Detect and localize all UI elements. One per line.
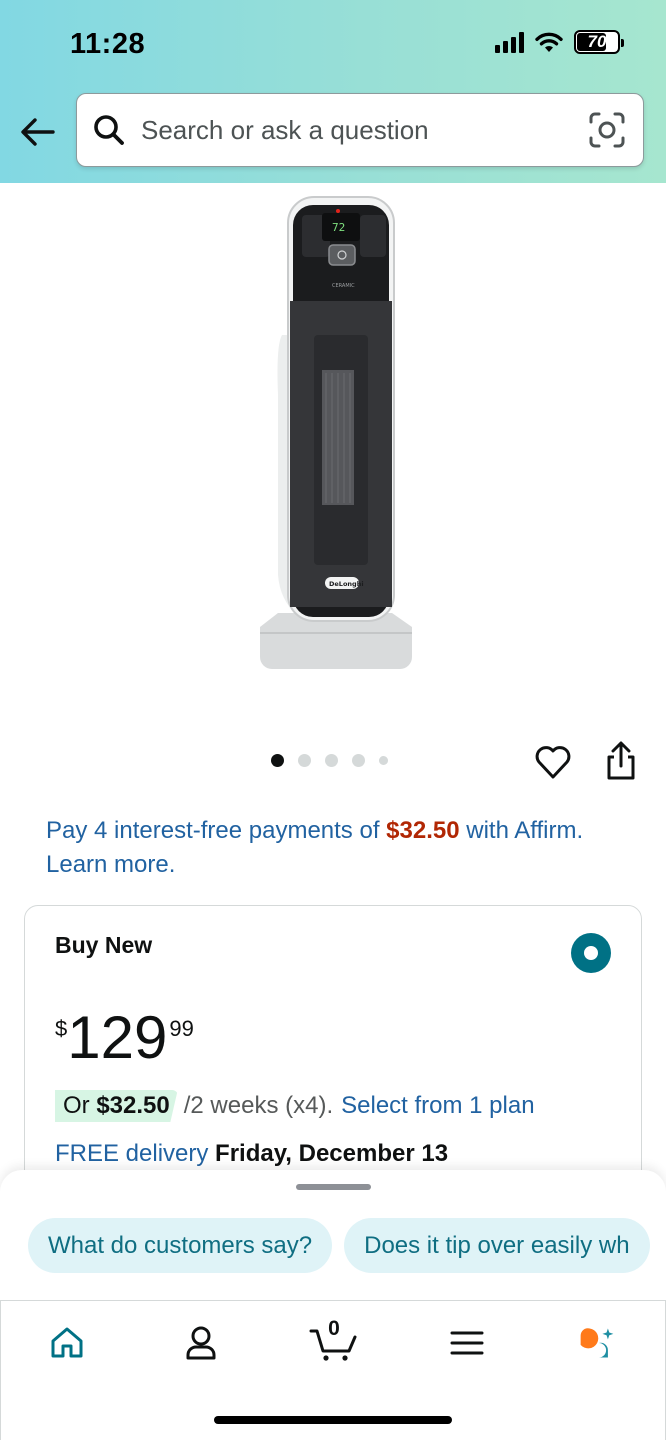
installment-amount: $32.50 — [96, 1092, 170, 1119]
camera-lens-icon[interactable] — [587, 110, 627, 150]
affirm-promo-link[interactable]: Pay 4 interest-free payments of $32.50 w… — [46, 814, 636, 882]
nav-cart[interactable]: 0 — [309, 1317, 359, 1363]
price-whole: 129 — [67, 1004, 168, 1071]
rufus-bottom-sheet: What do customers say? Does it tip over … — [0, 1170, 666, 1440]
account-icon — [186, 1326, 216, 1360]
price-fraction: 99 — [169, 1016, 194, 1041]
battery-icon: 70 — [574, 30, 624, 54]
question-chip[interactable]: What do customers say? — [28, 1218, 333, 1273]
search-bar[interactable]: Search or ask a question — [76, 93, 644, 167]
svg-text:72: 72 — [332, 221, 345, 234]
nav-menu[interactable] — [447, 1323, 487, 1363]
back-button[interactable] — [18, 112, 58, 152]
delivery-date: Friday, December 13 — [215, 1140, 449, 1167]
carousel-dot[interactable] — [379, 756, 388, 765]
carousel-dot[interactable] — [271, 754, 284, 767]
installment-badge: Or $32.50 — [55, 1090, 178, 1122]
installment-prefix: Or — [63, 1092, 97, 1119]
cart-count: 0 — [328, 1317, 340, 1340]
status-icons: 70 — [495, 30, 624, 54]
share-icon — [607, 741, 635, 780]
menu-icon — [450, 1331, 484, 1355]
carousel-dot[interactable] — [298, 754, 311, 767]
price: $ 129 99 — [55, 1006, 194, 1070]
delivery-info: FREE delivery Friday, December 13 — [55, 1140, 448, 1168]
carousel-dot[interactable] — [352, 754, 365, 767]
cellular-signal-icon — [495, 31, 524, 53]
rufus-icon — [580, 1328, 614, 1358]
nav-rufus[interactable] — [577, 1323, 617, 1363]
affirm-amount: $32.50 — [386, 817, 460, 844]
suggested-questions: What do customers say? Does it tip over … — [28, 1218, 650, 1273]
buy-new-radio[interactable] — [571, 933, 611, 973]
free-delivery-link[interactable]: FREE delivery — [55, 1140, 208, 1167]
share-button[interactable] — [602, 740, 640, 782]
search-input[interactable]: Search or ask a question — [141, 115, 587, 146]
product-image-carousel[interactable]: 72 CERAMIC DeLonghi — [0, 183, 666, 723]
home-indicator — [214, 1416, 452, 1424]
select-plan-link[interactable]: Select from 1 plan — [341, 1092, 534, 1120]
nav-home[interactable] — [47, 1323, 87, 1363]
price-symbol: $ — [55, 1016, 68, 1041]
question-chip[interactable]: Does it tip over easily wh — [344, 1218, 650, 1273]
wifi-icon — [535, 32, 563, 52]
svg-text:CERAMIC: CERAMIC — [332, 283, 355, 289]
product-image: 72 CERAMIC DeLonghi — [260, 196, 412, 669]
header: 11:28 70 Search or ask a question — [0, 0, 666, 183]
back-arrow-icon — [21, 118, 55, 146]
heart-icon — [535, 746, 571, 779]
installment-period: /2 weeks (x4). — [183, 1092, 334, 1119]
search-icon — [94, 115, 124, 145]
sheet-drag-handle[interactable] — [296, 1184, 371, 1190]
home-icon — [51, 1327, 83, 1358]
battery-level: 70 — [587, 32, 607, 51]
brand-logo: DeLonghi — [329, 580, 364, 588]
carousel-indicator — [271, 754, 388, 767]
affirm-prefix: Pay 4 interest-free payments of — [46, 817, 387, 844]
nav-account[interactable] — [181, 1323, 221, 1363]
carousel-dot[interactable] — [325, 754, 338, 767]
wishlist-button[interactable] — [533, 742, 573, 782]
installment-info: Or $32.50 /2 weeks (x4). Select from 1 p… — [55, 1090, 535, 1122]
status-time: 11:28 — [70, 28, 146, 60]
buy-new-title: Buy New — [55, 932, 153, 958]
